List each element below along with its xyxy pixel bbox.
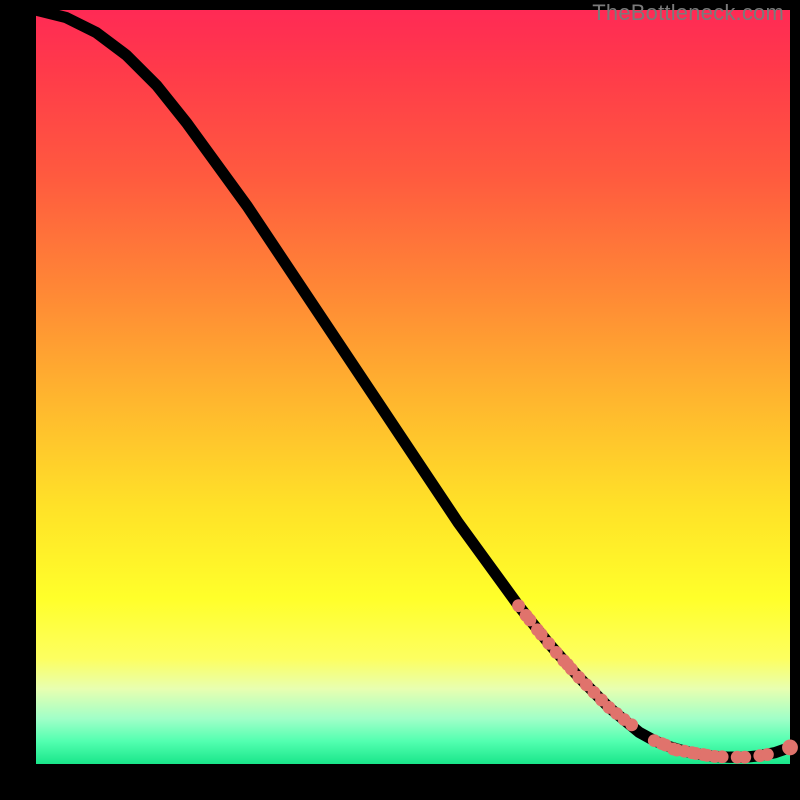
data-points-group: [512, 599, 798, 763]
data-point: [625, 718, 638, 731]
data-point: [782, 739, 798, 755]
data-point: [738, 751, 751, 764]
data-point: [716, 750, 729, 763]
data-point: [761, 748, 774, 761]
bottleneck-curve: [36, 10, 790, 757]
chart-plot: [36, 10, 790, 764]
chart-stage: TheBottleneck.com: [0, 0, 800, 800]
